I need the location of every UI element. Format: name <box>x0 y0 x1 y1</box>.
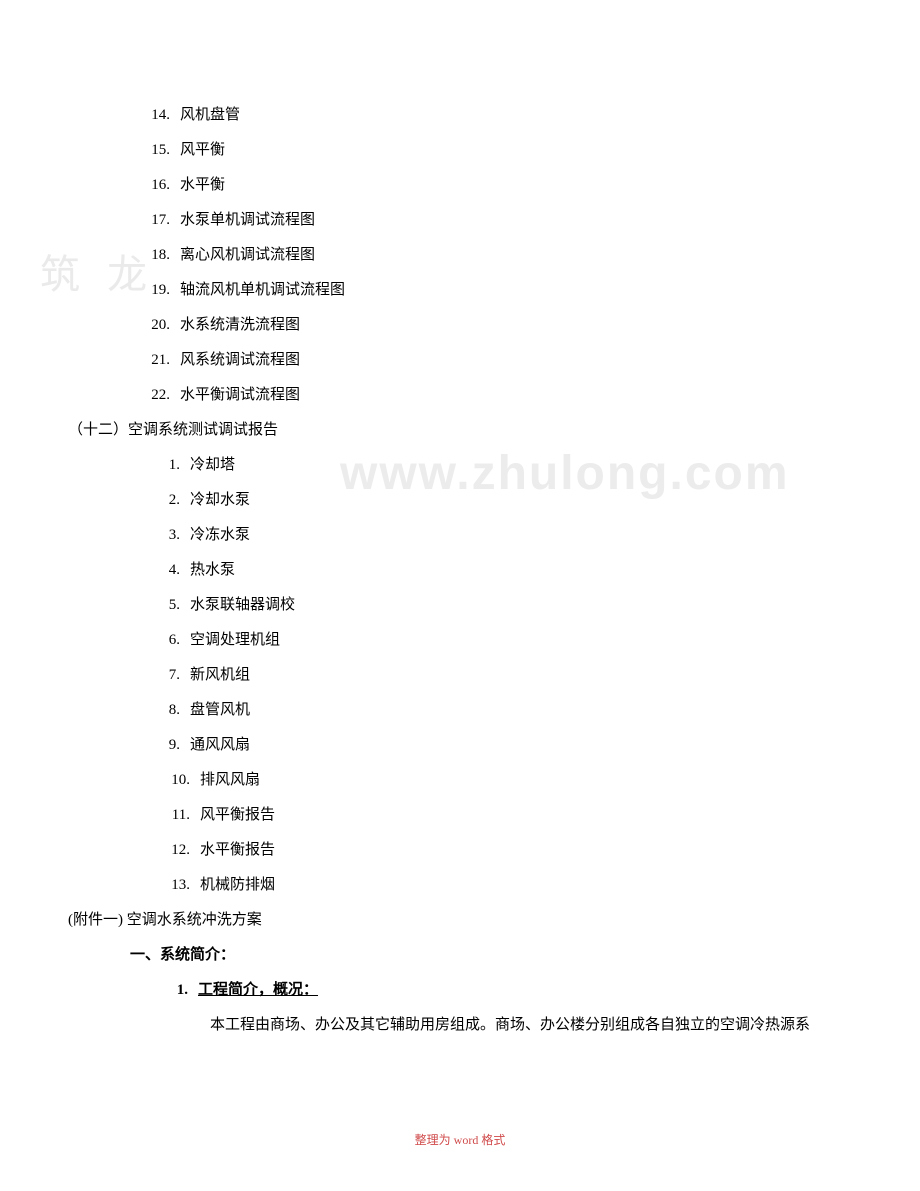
item-text: 空调处理机组 <box>190 632 280 648</box>
item-text: 冷却水泵 <box>190 492 250 508</box>
toc-item: 4. 热水泵 <box>60 563 860 578</box>
item-number: 2. <box>162 493 180 508</box>
item-number: 10. <box>162 773 190 788</box>
item-number: 17. <box>142 213 170 228</box>
item-number: 13. <box>162 878 190 893</box>
section-heading-intro: 一、系统简介： <box>60 948 860 963</box>
item-number: 12. <box>162 843 190 858</box>
toc-item: 19. 轴流风机单机调试流程图 <box>60 283 860 298</box>
item-number: 20. <box>142 318 170 333</box>
item-number: 21. <box>142 353 170 368</box>
item-text: 离心风机调试流程图 <box>180 247 315 263</box>
item-text: 风平衡 <box>180 142 225 158</box>
footer-word: word <box>454 1133 479 1147</box>
item-number: 3. <box>162 528 180 543</box>
item-text: 热水泵 <box>190 562 235 578</box>
item-number: 11. <box>162 808 190 823</box>
item-text: 盘管风机 <box>190 702 250 718</box>
toc-item: 11. 风平衡报告 <box>60 808 860 823</box>
appendix-heading: (附件一) 空调水系统冲洗方案 <box>60 913 860 928</box>
section-heading-12: （十二）空调系统测试调试报告 <box>60 423 860 438</box>
toc-item: 3. 冷冻水泵 <box>60 528 860 543</box>
body-paragraph: 本工程由商场、办公及其它辅助用房组成。商场、办公楼分别组成各自独立的空调冷热源系 <box>60 1018 860 1033</box>
toc-item: 12. 水平衡报告 <box>60 843 860 858</box>
document-page: 14. 风机盘管 15. 风平衡 16. 水平衡 17. 水泵单机调试流程图 18. 离心… <box>0 0 920 1113</box>
toc-item: 8. 盘管风机 <box>60 703 860 718</box>
item-text: 风平衡报告 <box>200 807 275 823</box>
item-text: 通风风扇 <box>190 737 250 753</box>
item-number: 22. <box>142 388 170 403</box>
toc-item: 13. 机械防排烟 <box>60 878 860 893</box>
item-number: 9. <box>162 738 180 753</box>
item-number: 16. <box>142 178 170 193</box>
item-number: 6. <box>162 633 180 648</box>
footer-prefix: 整理为 <box>415 1133 451 1147</box>
item-number: 4. <box>162 563 180 578</box>
toc-item: 7. 新风机组 <box>60 668 860 683</box>
item-text: 水平衡 <box>180 177 225 193</box>
item-text: 排风风扇 <box>200 772 260 788</box>
item-text: 水平衡调试流程图 <box>180 387 300 403</box>
item-number: 14. <box>142 108 170 123</box>
toc-item: 18. 离心风机调试流程图 <box>60 248 860 263</box>
item-number: 1. <box>170 983 188 998</box>
footer-suffix: 格式 <box>481 1133 505 1147</box>
item-text: 水泵单机调试流程图 <box>180 212 315 228</box>
sub-heading-text: 工程简介，概况： <box>198 982 318 998</box>
toc-item: 20. 水系统清洗流程图 <box>60 318 860 333</box>
toc-item: 9. 通风风扇 <box>60 738 860 753</box>
toc-item: 10. 排风风扇 <box>60 773 860 788</box>
page-footer: 整理为 word 格式 <box>0 1134 920 1146</box>
toc-item: 2. 冷却水泵 <box>60 493 860 508</box>
item-number: 5. <box>162 598 180 613</box>
section-prefix: 一、 <box>130 947 160 963</box>
item-text: 风系统调试流程图 <box>180 352 300 368</box>
item-number: 19. <box>142 283 170 298</box>
item-text: 风机盘管 <box>180 107 240 123</box>
toc-item: 1. 冷却塔 <box>60 458 860 473</box>
item-text: 轴流风机单机调试流程图 <box>180 282 345 298</box>
toc-item: 16. 水平衡 <box>60 178 860 193</box>
item-number: 8. <box>162 703 180 718</box>
item-text: 冷却塔 <box>190 457 235 473</box>
item-text: 机械防排烟 <box>200 877 275 893</box>
toc-item: 14. 风机盘管 <box>60 108 860 123</box>
toc-item: 6. 空调处理机组 <box>60 633 860 648</box>
item-number: 18. <box>142 248 170 263</box>
toc-item: 21. 风系统调试流程图 <box>60 353 860 368</box>
toc-item: 22. 水平衡调试流程图 <box>60 388 860 403</box>
section-title: 系统简介： <box>160 947 235 963</box>
item-text: 水泵联轴器调校 <box>190 597 295 613</box>
item-number: 7. <box>162 668 180 683</box>
item-number: 15. <box>142 143 170 158</box>
sub-heading-project-overview: 1. 工程简介，概况： <box>60 983 860 998</box>
item-text: 水平衡报告 <box>200 842 275 858</box>
item-number: 1. <box>162 458 180 473</box>
item-text: 新风机组 <box>190 667 250 683</box>
toc-item: 15. 风平衡 <box>60 143 860 158</box>
toc-item: 17. 水泵单机调试流程图 <box>60 213 860 228</box>
item-text: 水系统清洗流程图 <box>180 317 300 333</box>
item-text: 冷冻水泵 <box>190 527 250 543</box>
toc-item: 5. 水泵联轴器调校 <box>60 598 860 613</box>
